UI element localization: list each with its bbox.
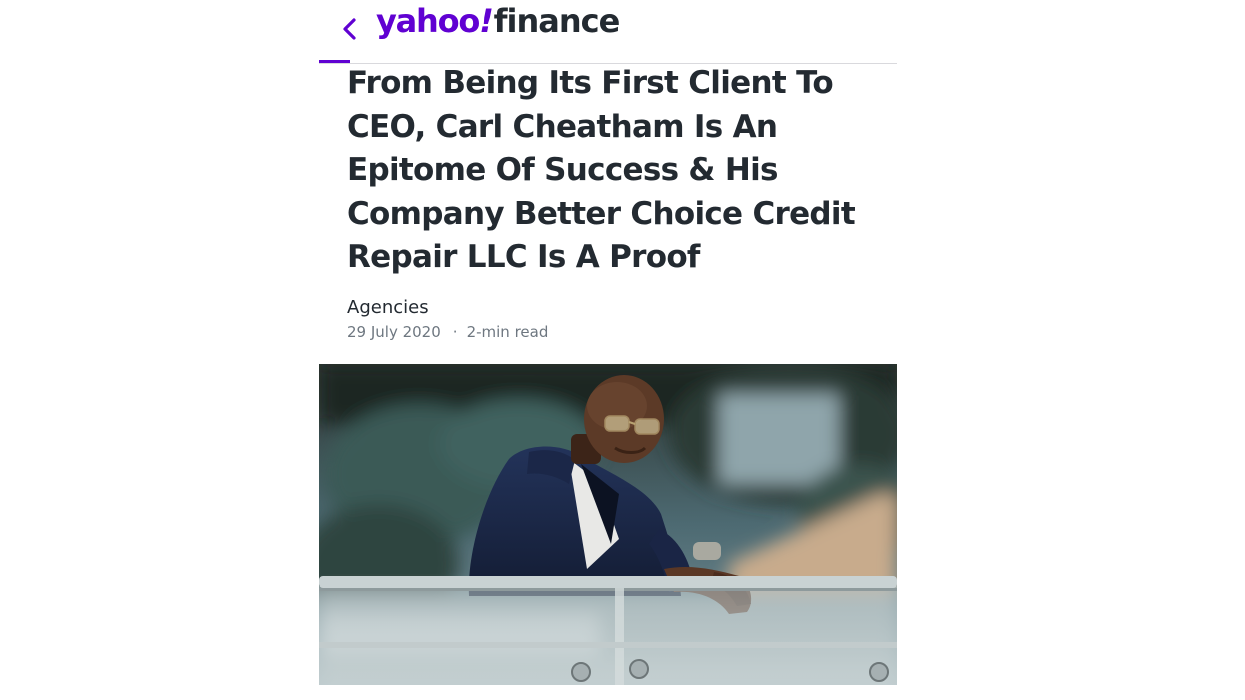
article-date: 29 July 2020	[347, 323, 441, 341]
logo-slash: !	[479, 2, 494, 40]
article-meta: 29 July 2020 · 2-min read	[347, 323, 548, 341]
article-read-time: 2-min read	[466, 323, 549, 341]
article-hero-image	[319, 364, 897, 685]
meta-separator: ·	[452, 323, 458, 341]
header-active-indicator	[319, 60, 350, 63]
logo-brand: yahoo	[376, 2, 480, 40]
article-headline: From Being Its First Client To CEO, Carl…	[347, 65, 856, 275]
back-button[interactable]	[338, 14, 362, 44]
hero-photo	[319, 364, 897, 685]
yahoo-finance-logo[interactable]: yahoo! finance	[376, 2, 621, 48]
article-author[interactable]: Agencies	[347, 297, 429, 318]
chevron-left-icon	[343, 18, 356, 40]
logo-section: finance	[493, 2, 621, 40]
